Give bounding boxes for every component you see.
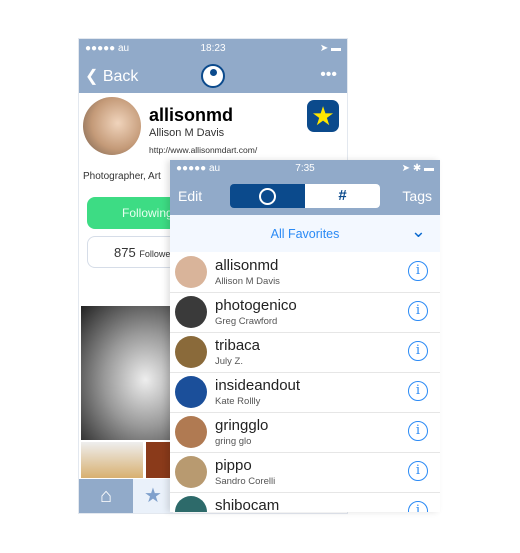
photo-thumbnail[interactable] xyxy=(81,442,143,478)
star-icon: ★ xyxy=(144,485,162,507)
star-icon: ★ xyxy=(311,101,335,131)
profile-icon[interactable] xyxy=(201,64,225,88)
chevron-left-icon: ❮ xyxy=(85,68,103,85)
back-button[interactable]: ❮ Back xyxy=(85,66,138,86)
battery-icon: ➤ ✱ ▬ xyxy=(401,163,434,174)
username: allisonmd xyxy=(149,105,234,125)
contact-username: shibocam xyxy=(215,497,280,512)
segment-tags[interactable]: # xyxy=(305,184,380,208)
nav-bar: ❮ Back ••• xyxy=(79,59,347,93)
photo-thumbnail[interactable] xyxy=(81,306,173,440)
more-button[interactable]: ••• xyxy=(320,66,337,84)
contact-row[interactable]: gringglo gring glo i xyxy=(170,412,440,453)
info-icon[interactable]: i xyxy=(408,261,428,281)
contact-avatar xyxy=(175,376,207,408)
status-bar: ●●●●● au 7:35 ➤ ✱ ▬ xyxy=(170,160,440,178)
battery-icon: ➤ ▬ xyxy=(319,43,341,54)
contact-name: Allison M Davis xyxy=(215,276,280,287)
info-icon[interactable]: i xyxy=(408,461,428,481)
contact-row[interactable]: allisonmd Allison M Davis i xyxy=(170,252,440,293)
contact-username: tribaca xyxy=(215,337,261,354)
contact-row[interactable]: photogenico Greg Crawford i xyxy=(170,292,440,333)
home-icon: ⌂ xyxy=(99,485,113,507)
info-icon[interactable]: i xyxy=(408,341,428,361)
contact-username: pippo xyxy=(215,457,252,474)
tab-favorites[interactable]: ★ xyxy=(133,479,173,513)
status-bar: ●●●●● au 18:23 ➤ ▬ xyxy=(79,39,347,59)
chevron-down-icon: ⌄ xyxy=(410,221,426,241)
contact-list: allisonmd Allison M Davis i photogenico … xyxy=(170,252,440,512)
user-icon xyxy=(259,188,276,205)
contact-avatar xyxy=(175,496,207,512)
contact-row[interactable]: insideandout Kate Rollly i xyxy=(170,372,440,413)
contact-name: gring glo xyxy=(215,436,252,447)
tab-home[interactable]: ⌂ xyxy=(79,479,133,513)
avatar xyxy=(83,97,141,155)
contact-username: insideandout xyxy=(215,377,301,394)
tags-button[interactable]: Tags xyxy=(402,188,432,204)
contact-row[interactable]: tribaca July Z. i xyxy=(170,332,440,373)
filter-label: All Favorites xyxy=(270,227,340,241)
contact-avatar xyxy=(175,416,207,448)
contact-row[interactable]: shibocam i xyxy=(170,492,440,512)
contact-name: Sandro Corelli xyxy=(215,476,276,487)
info-icon[interactable]: i xyxy=(408,301,428,321)
favorite-star-button[interactable]: ★ xyxy=(307,100,339,132)
contact-name: Greg Crawford xyxy=(215,316,278,327)
website-link[interactable]: http://www.allisonmdart.com/ xyxy=(149,145,257,155)
contact-username: allisonmd xyxy=(215,257,279,274)
contact-row[interactable]: pippo Sandro Corelli i xyxy=(170,452,440,493)
clock: 7:35 xyxy=(295,163,315,174)
contact-avatar xyxy=(175,256,207,288)
filter-dropdown[interactable]: All Favorites ⌄ xyxy=(170,215,440,252)
contact-avatar xyxy=(175,336,207,368)
contact-avatar xyxy=(175,296,207,328)
clock: 18:23 xyxy=(200,43,226,54)
nav-bar: Edit # Tags xyxy=(170,178,440,215)
full-name: Allison M Davis xyxy=(149,127,225,139)
contact-name: Kate Rollly xyxy=(215,396,261,407)
contact-username: photogenico xyxy=(215,297,297,314)
contact-name: July Z. xyxy=(215,356,243,367)
info-icon[interactable]: i xyxy=(408,421,428,441)
contact-username: gringglo xyxy=(215,417,269,434)
segment-users[interactable] xyxy=(230,184,305,208)
contact-avatar xyxy=(175,456,207,488)
favorites-screen: ●●●●● au 7:35 ➤ ✱ ▬ Edit # Tags All Favo… xyxy=(170,160,440,512)
bio: Photographer, Art xyxy=(83,171,161,182)
edit-button[interactable]: Edit xyxy=(178,188,202,204)
info-icon[interactable]: i xyxy=(408,381,428,401)
info-icon[interactable]: i xyxy=(408,501,428,512)
